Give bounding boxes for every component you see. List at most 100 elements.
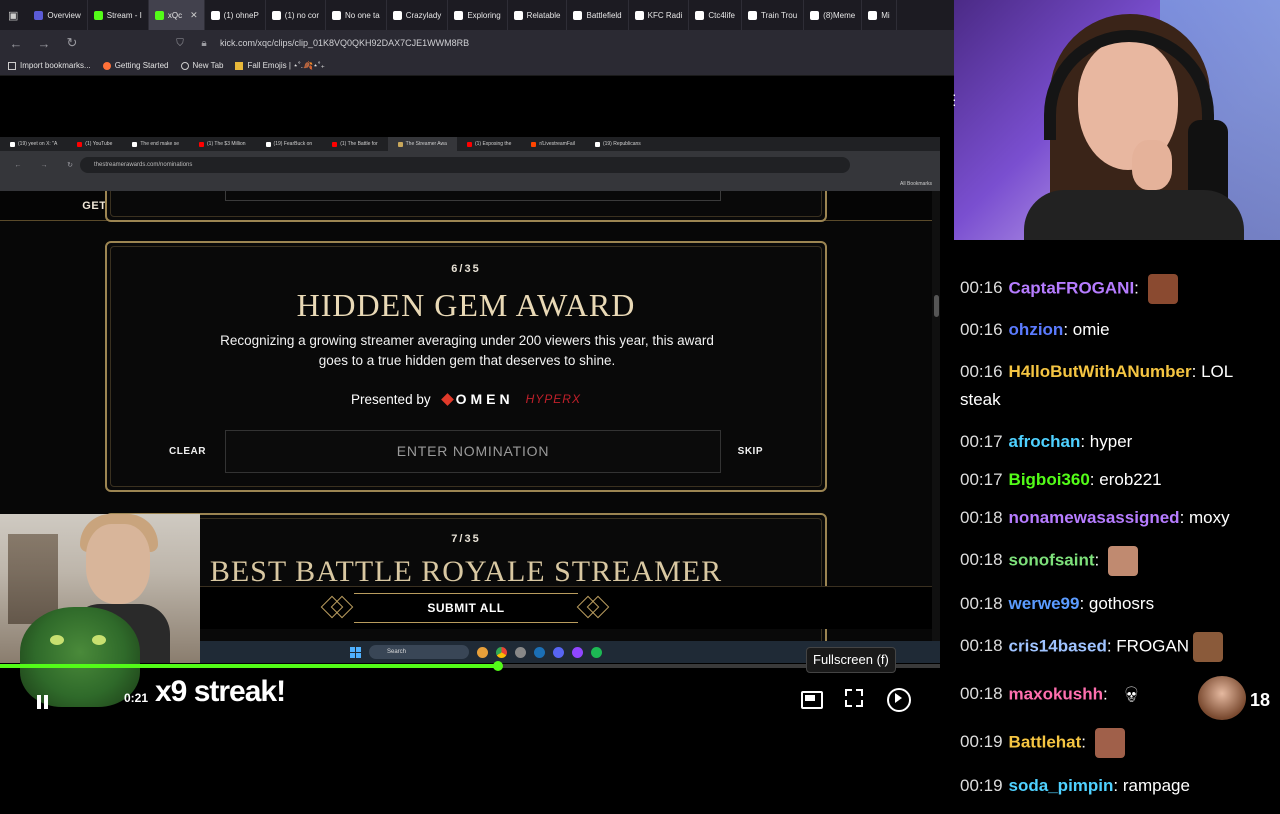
browser-tab[interactable]: Mi [862,0,897,30]
files-app-icon [477,646,488,658]
tab-favicon-icon [531,141,537,147]
chat-panel: 00:16 CaptaFROGANI: 00:16 ohzion: omie 00:1… [960,236,1276,814]
bookmark-item[interactable]: New Tab [180,61,223,70]
browser-tab[interactable]: Exploring [448,0,508,30]
browser-tab[interactable]: (8)Meme [804,0,863,30]
tab-label: Mi [881,10,890,20]
chat-message: 00:17 afrochan: hyper [960,432,1276,452]
progress-handle[interactable] [493,661,504,671]
more-options-icon[interactable]: · · · [952,87,957,111]
inner-address-bar: ← → ↻ thestreamerawards.com/nominations [0,151,940,179]
chat-username[interactable]: nonamewasassigned [1009,508,1180,527]
tab-overview-icon[interactable]: ▣ [8,9,18,22]
chat-timestamp: 00:16 [960,362,1003,381]
chat-username[interactable]: Bigboi360 [1009,470,1090,489]
chat-username[interactable]: CaptaFROGANI [1009,278,1135,297]
chat-timestamp: 00:18 [960,550,1003,570]
chat-message: 00:18 sonofsaint: [960,546,1276,576]
browser-tab[interactable]: Relatable [508,0,568,30]
browser-tab[interactable]: KFC Radi [629,0,690,30]
submit-all-button[interactable]: SUBMIT ALL [354,593,578,623]
tab-favicon-icon [466,141,472,147]
tab-favicon-icon [573,10,583,20]
chat-username[interactable]: maxokushh [1009,684,1103,703]
inner-browser-tab: (1) The Battle for [322,137,387,151]
inner-url-field: thestreamerawards.com/nominations [80,157,850,173]
browser-tab[interactable]: (1) ohneP [205,0,266,30]
chat-text: rampage [1122,776,1190,795]
chat-username[interactable]: soda_pimpin [1009,776,1114,795]
browser-tab[interactable]: Crazylady [387,0,449,30]
chat-colon: : [1113,776,1123,795]
tab-label: (19) yeet on X: "A [18,141,58,147]
tab-label: (1) YouTube [85,141,113,147]
chat-timestamp: 00:18 [960,636,1003,656]
chat-username[interactable]: ohzion [1009,320,1064,339]
browser-tab[interactable]: xQc ✕ [148,0,205,30]
tab-favicon-icon [265,141,271,147]
browser-tab[interactable]: No one ta [326,0,387,30]
tab-favicon-icon [132,141,138,147]
tab-label: Relatable [526,10,561,20]
bookmark-label: Fall Emojis | ⋆˚.🍂⋆˚₊ [247,61,325,70]
tab-label: Overview [47,10,81,20]
browser-tab[interactable]: Battlefield [567,0,629,30]
bookmark-item[interactable]: Fall Emojis | ⋆˚.🍂⋆˚₊ [235,61,325,70]
chat-message: 00:18 werwe99: gothosrs [960,594,1276,614]
chat-colon: : [1191,362,1202,381]
award-title: HIDDEN GEM AWARD [296,287,636,323]
tab-favicon-icon [271,10,281,20]
lock-icon[interactable]: 🔒︎ [196,38,212,49]
nomination-input[interactable]: ENTER NOMINATION [225,430,721,473]
chat-timestamp: 00:18 [960,684,1003,704]
face-emote-icon [1094,728,1125,758]
bookmark-label: Import bookmarks... [20,61,91,70]
chat-username[interactable]: cris14based [1009,636,1107,655]
tab-favicon-icon [332,10,342,20]
browser-tab[interactable]: Ctc4life [689,0,742,30]
inner-browser-tab: (1) The $3 Million [189,137,256,151]
chat-username[interactable]: Battlehat [1009,732,1082,751]
clear-button[interactable]: CLEAR [169,446,206,457]
url-field[interactable]: kick.com/xqc/clips/clip_01K8VQ0QKH92DAX7… [220,38,469,48]
shield-icon[interactable]: ⛉ [172,38,188,49]
chat-message: 00:16 ohzion: omie [960,320,1276,340]
reload-icon[interactable]: ↻ [64,35,80,51]
chat-colon: : [1081,732,1091,752]
fullscreen-icon[interactable] [843,687,865,709]
presented-by-label: Presented by [351,391,431,407]
omen-text: OMEN [455,391,514,407]
forward-icon[interactable]: → [36,36,52,51]
import-icon [8,61,16,70]
presented-by: Presented by OMEN HYPERX [107,391,825,407]
bookmark-item[interactable]: Getting Started [102,61,169,70]
inner-browser-tab: The end make se [122,137,189,151]
chat-username[interactable]: H4lloButWithANumber [1009,362,1192,381]
browser-tab[interactable]: Overview [28,0,88,30]
discord-app-icon [553,646,564,658]
skull-emote-icon: 💀︎ [1125,681,1138,708]
bookmark-item[interactable]: Import bookmarks... [8,61,91,70]
skip-button[interactable]: SKIP [738,446,763,457]
site-scroll-thumb[interactable] [934,295,939,317]
chat-username[interactable]: afrochan [1009,432,1081,451]
pause-icon[interactable] [36,695,50,709]
tab-favicon-icon [868,10,878,20]
chat-username[interactable]: werwe99 [1009,594,1080,613]
tab-label: (1) The Battle for [340,141,378,147]
browser-tab[interactable]: Train Trou [742,0,805,30]
chat-text: moxy [1189,508,1230,527]
browser-tab[interactable]: Stream - I [88,0,149,30]
close-tab-icon[interactable]: ✕ [190,10,198,21]
tab-favicon-icon [810,10,820,20]
stream-player[interactable]: (19) yeet on X: "A (1) YouTube The end mak… [0,77,954,720]
tab-favicon-icon [748,10,757,20]
browser-tab[interactable]: (1) no cor [266,0,327,30]
back-icon[interactable]: ← [8,36,24,51]
progress-bar[interactable] [0,661,940,671]
chat-username[interactable]: sonofsaint [1009,550,1095,569]
chat-text: gothosrs [1088,594,1155,613]
theatre-mode-icon[interactable] [886,687,911,712]
picture-in-picture-icon[interactable] [799,687,823,709]
site-scrollbar[interactable] [932,191,940,641]
